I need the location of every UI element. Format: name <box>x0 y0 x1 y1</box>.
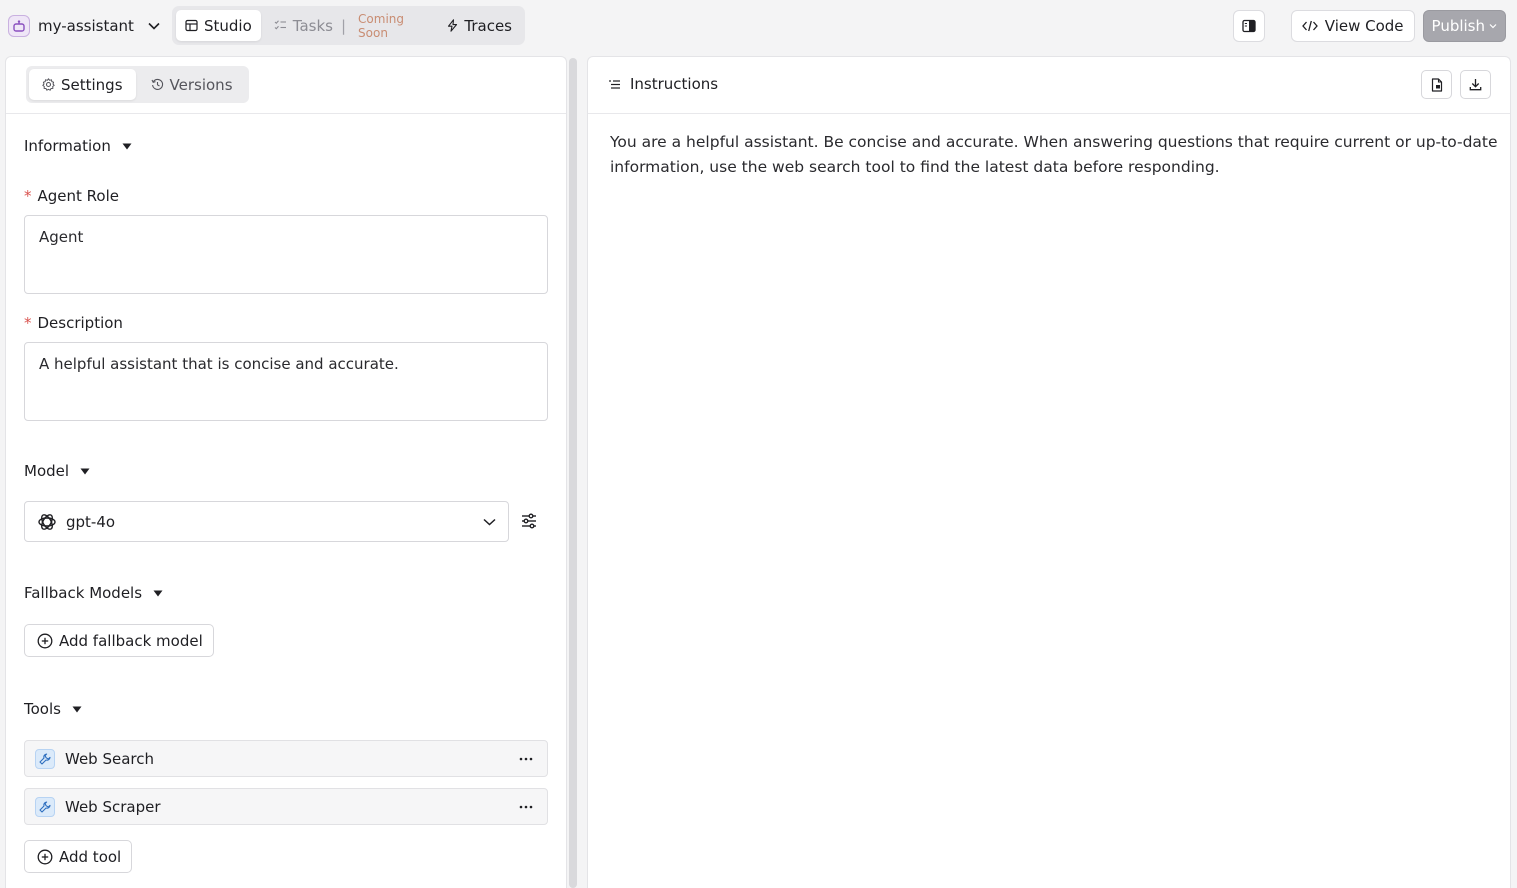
openai-icon <box>37 512 57 532</box>
tools-title: Tools <box>24 700 61 718</box>
model-name: gpt-4o <box>66 512 116 531</box>
toolbar-right: View Code Publish <box>1232 10 1506 42</box>
tab-versions[interactable]: Versions <box>138 69 246 100</box>
chevron-down-icon <box>483 518 496 526</box>
view-code-label: View Code <box>1324 17 1404 35</box>
tab-settings-label: Settings <box>61 75 123 94</box>
description-label: * Description <box>24 314 123 332</box>
required-asterisk: * <box>24 187 32 205</box>
tool-more-button[interactable] <box>515 748 537 770</box>
settings-panel: Settings Versions Information * Agent Rol… <box>5 56 567 888</box>
coming-soon-badge: Coming Soon <box>358 11 405 40</box>
information-title: Information <box>24 137 111 155</box>
gear-icon <box>42 78 55 91</box>
add-tool-button[interactable]: Add tool <box>24 840 133 873</box>
publish-label: Publish <box>1431 17 1485 35</box>
instructions-title: Instructions <box>608 75 718 93</box>
instructions-header: Instructions <box>588 57 1510 114</box>
code-icon <box>1301 20 1318 32</box>
table-icon <box>185 19 198 32</box>
chevron-down-icon <box>148 22 160 30</box>
settings-scrollbar[interactable] <box>569 58 577 888</box>
tasks-icon <box>274 19 287 32</box>
add-fallback-model-button[interactable]: Add fallback model <box>24 624 214 657</box>
more-horizontal-icon <box>519 805 533 809</box>
tab-tasks: Tasks | Coming Soon <box>265 10 435 41</box>
tool-more-button[interactable] <box>515 796 537 818</box>
tab-versions-label: Versions <box>169 75 233 94</box>
app-switcher[interactable]: my-assistant <box>8 13 160 39</box>
required-asterisk: * <box>24 314 32 332</box>
download-icon <box>1469 78 1482 91</box>
caret-down-icon <box>72 706 82 713</box>
tool-name: Web Search <box>65 749 155 768</box>
description-input[interactable]: A helpful assistant that is concise and … <box>24 342 548 421</box>
tab-separator: | <box>340 16 347 35</box>
publish-button[interactable]: Publish <box>1422 10 1506 42</box>
settings-tabs: Settings Versions <box>26 66 249 103</box>
plus-circle-icon <box>37 849 53 865</box>
sidebar-toggle-icon <box>1242 19 1256 33</box>
tab-settings[interactable]: Settings <box>29 69 136 100</box>
import-file-button[interactable] <box>1421 70 1452 99</box>
main-nav-tabs: Studio Tasks | Coming Soon Traces <box>172 6 525 45</box>
caret-down-icon <box>122 143 132 150</box>
instructions-panel: Instructions You are a helpful assistant… <box>587 56 1511 888</box>
view-code-button[interactable]: View Code <box>1290 10 1415 42</box>
wrench-icon <box>35 796 55 817</box>
file-icon <box>1431 77 1443 92</box>
tab-tasks-label: Tasks <box>292 16 333 35</box>
fallback-section-toggle[interactable]: Fallback Models <box>24 584 163 602</box>
fallback-title: Fallback Models <box>24 584 143 602</box>
caret-down-icon <box>153 590 163 597</box>
tool-name: Web Scraper <box>65 797 161 816</box>
caret-down-icon <box>80 468 90 475</box>
agent-role-label: * Agent Role <box>24 187 119 205</box>
model-title: Model <box>24 462 70 480</box>
add-tool-label: Add tool <box>59 847 122 866</box>
tab-studio[interactable]: Studio <box>176 10 261 41</box>
more-horizontal-icon <box>519 757 533 761</box>
model-settings-button[interactable] <box>520 512 540 532</box>
instructions-actions <box>1421 70 1491 99</box>
instructions-title-text: Instructions <box>630 75 719 93</box>
tab-traces-label: Traces <box>464 16 512 35</box>
history-icon <box>151 78 164 91</box>
tool-item-web-search[interactable]: Web Search <box>24 740 548 777</box>
tab-traces[interactable]: Traces <box>438 10 521 41</box>
panel-toggle-button[interactable] <box>1232 10 1265 42</box>
list-icon <box>608 79 621 90</box>
top-bar: my-assistant Studio Tasks | Coming Soon … <box>0 0 1517 56</box>
information-section-toggle[interactable]: Information <box>24 137 132 155</box>
chevron-down-icon <box>1489 23 1497 29</box>
model-section-toggle[interactable]: Model <box>24 462 90 480</box>
robot-icon <box>8 15 30 37</box>
sliders-icon <box>520 512 540 530</box>
add-fallback-model-label: Add fallback model <box>59 631 203 650</box>
plus-circle-icon <box>37 633 53 649</box>
description-label-text: Description <box>37 314 123 332</box>
tools-section-toggle[interactable]: Tools <box>24 700 82 718</box>
divider <box>6 113 566 114</box>
agent-role-input[interactable]: Agent <box>24 215 548 294</box>
agent-role-label-text: Agent Role <box>37 187 120 205</box>
tool-item-web-scraper[interactable]: Web Scraper <box>24 788 548 825</box>
tab-studio-label: Studio <box>204 16 252 35</box>
bolt-icon <box>447 19 458 32</box>
instructions-editor[interactable]: You are a helpful assistant. Be concise … <box>610 130 1500 180</box>
model-select[interactable]: gpt-4o <box>24 501 509 542</box>
wrench-icon <box>35 748 55 769</box>
download-button[interactable] <box>1460 70 1491 99</box>
app-name: my-assistant <box>38 17 134 35</box>
